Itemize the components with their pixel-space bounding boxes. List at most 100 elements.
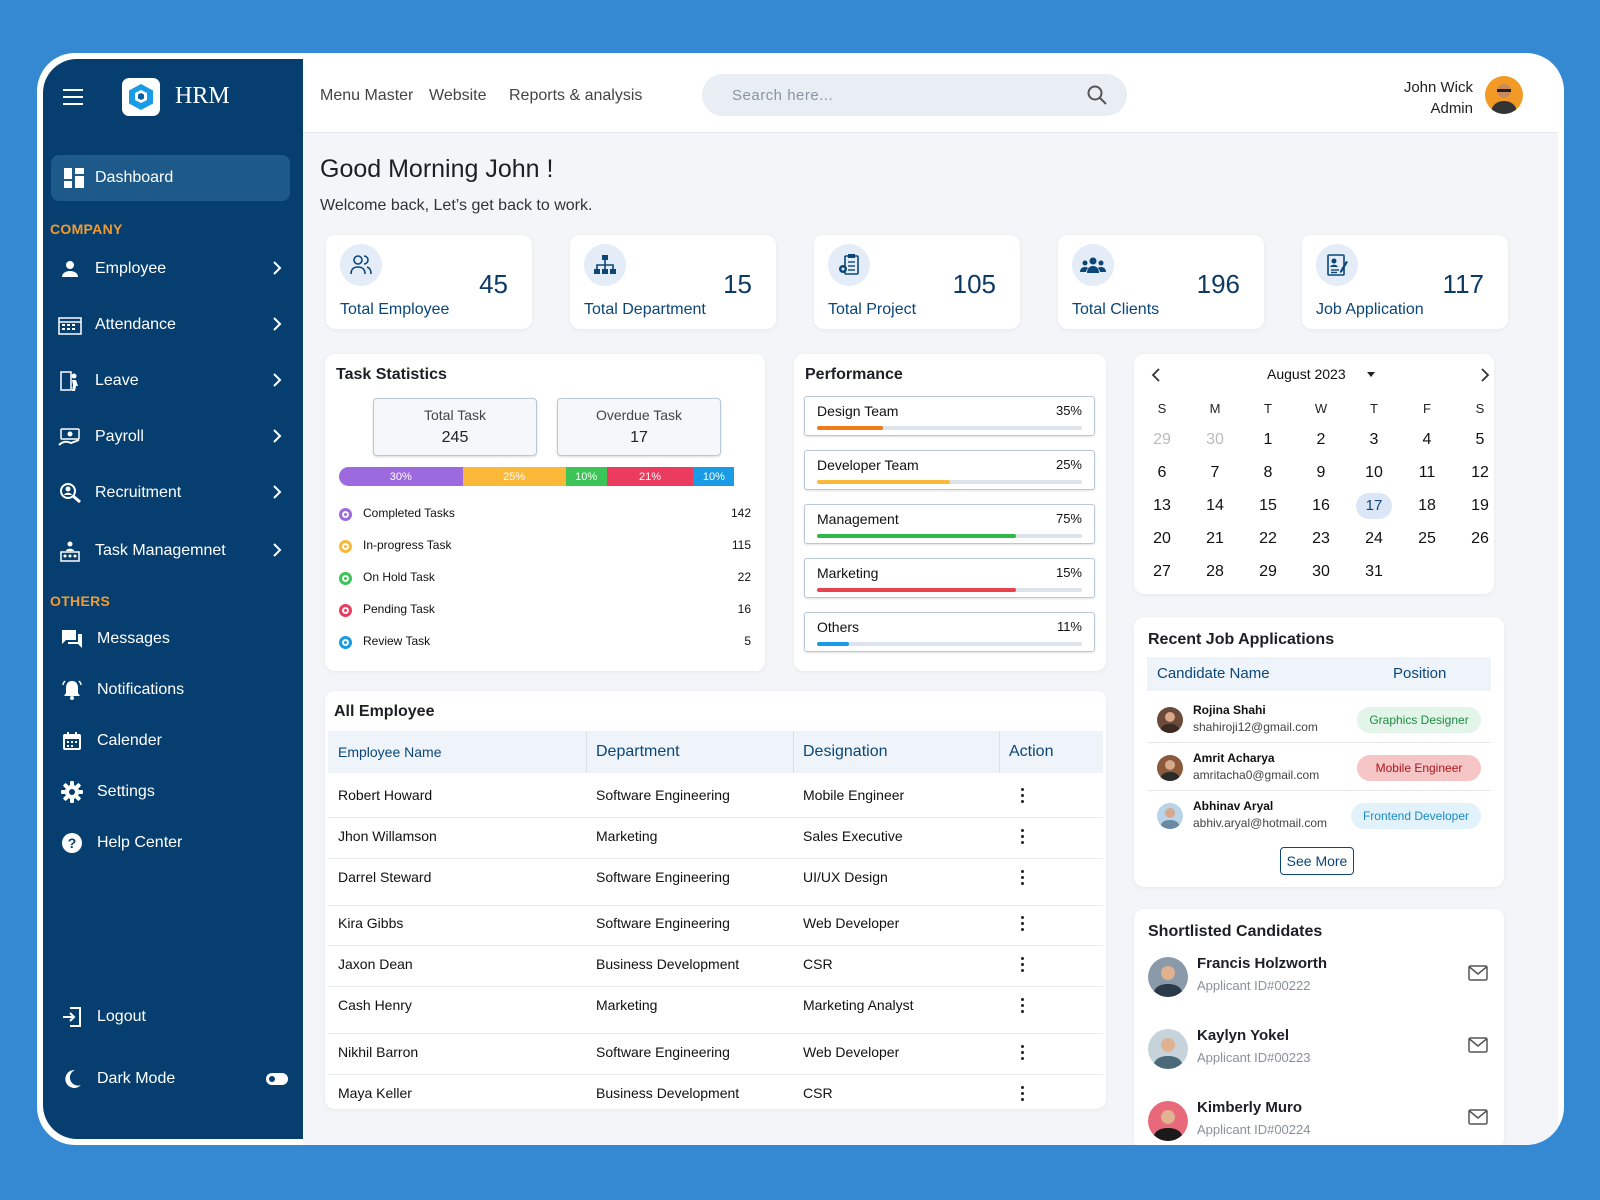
calendar-day[interactable]: 27 xyxy=(1144,559,1180,585)
table-row: Kira Gibbs Software Engineering Web Develo… xyxy=(328,915,1103,935)
sidebar-item-label: Employee xyxy=(95,260,167,277)
mail-icon[interactable] xyxy=(1468,965,1488,981)
calendar-day[interactable]: 17 xyxy=(1356,493,1392,519)
user-info[interactable]: John Wick Admin xyxy=(1404,77,1473,119)
avatar xyxy=(1148,957,1188,997)
more-actions-icon[interactable] xyxy=(1021,788,1025,806)
chevron-right-icon[interactable] xyxy=(1480,368,1490,382)
card-title: Recent Job Applications xyxy=(1148,631,1335,648)
sidebar-item-attendance[interactable]: Attendance xyxy=(57,307,282,343)
calendar-day[interactable]: 24 xyxy=(1356,526,1392,552)
calendar-day[interactable]: 6 xyxy=(1144,460,1180,486)
sidebar-item-calendar[interactable]: Calender xyxy=(59,723,284,759)
mail-icon[interactable] xyxy=(1468,1109,1488,1125)
sidebar-item-label: Calender xyxy=(97,732,162,749)
progress-segment: 30% xyxy=(339,467,463,486)
more-actions-icon[interactable] xyxy=(1021,1045,1025,1063)
calendar-month[interactable]: August 2023 xyxy=(1267,366,1346,382)
logout-button[interactable]: Logout xyxy=(59,999,284,1035)
website-link[interactable]: Website xyxy=(429,87,487,105)
calendar-day[interactable]: 25 xyxy=(1409,526,1445,552)
sidebar-item-notifications[interactable]: Notifications xyxy=(59,672,284,708)
legend-dot xyxy=(339,540,352,553)
stat-card-total-clients[interactable]: 196 Total Clients xyxy=(1058,235,1264,329)
calendar-day[interactable]: 10 xyxy=(1356,460,1392,486)
calendar-day[interactable]: 8 xyxy=(1250,460,1286,486)
avatar xyxy=(1157,707,1183,733)
calendar-day[interactable]: 15 xyxy=(1250,493,1286,519)
calendar-day[interactable]: 13 xyxy=(1144,493,1180,519)
candidate-item[interactable]: Kimberly Muro Applicant ID#00224 xyxy=(1148,1097,1492,1145)
calendar-day[interactable]: 22 xyxy=(1250,526,1286,552)
calendar-day[interactable]: 9 xyxy=(1303,460,1339,486)
search-icon[interactable] xyxy=(1087,85,1107,105)
calendar-day[interactable]: 29 xyxy=(1250,559,1286,585)
legend-dot xyxy=(339,636,352,649)
menu-master-link[interactable]: Menu Master xyxy=(320,87,413,105)
calendar-day[interactable]: 20 xyxy=(1144,526,1180,552)
stat-card-job-application[interactable]: 117 Job Application xyxy=(1302,235,1508,329)
sidebar-item-employee[interactable]: Employee xyxy=(57,251,282,287)
calendar-day[interactable]: 18 xyxy=(1409,493,1445,519)
performance-label: Management xyxy=(817,511,899,527)
legend-item: In-progress Task 115 xyxy=(339,538,751,558)
calendar-day[interactable]: 23 xyxy=(1303,526,1339,552)
more-actions-icon[interactable] xyxy=(1021,1086,1025,1104)
see-more-button[interactable]: See More xyxy=(1280,847,1354,875)
table-cell: Marketing Analyst xyxy=(803,997,914,1013)
more-actions-icon[interactable] xyxy=(1021,916,1025,934)
avatar[interactable] xyxy=(1485,76,1523,114)
sidebar-item-dashboard[interactable]: Dashboard xyxy=(51,155,290,201)
calendar-day[interactable]: 29 xyxy=(1144,427,1180,453)
more-actions-icon[interactable] xyxy=(1021,870,1025,888)
calendar-day[interactable]: 30 xyxy=(1303,559,1339,585)
table-cell: Jaxon Dean xyxy=(338,956,413,972)
calendar-day[interactable]: 1 xyxy=(1250,427,1286,453)
calendar-day[interactable]: 2 xyxy=(1303,427,1339,453)
dark-mode-toggle[interactable] xyxy=(266,1073,288,1085)
sidebar-item-help-center[interactable]: ? Help Center xyxy=(59,825,284,861)
calendar-day[interactable]: 5 xyxy=(1462,427,1498,453)
candidate-name: Abhinav Aryal xyxy=(1193,799,1274,813)
calendar-day[interactable]: 26 xyxy=(1462,526,1498,552)
calendar-day[interactable]: 14 xyxy=(1197,493,1233,519)
candidate-item[interactable]: Kaylyn Yokel Applicant ID#00223 xyxy=(1148,1025,1492,1075)
stat-card-total-department[interactable]: 15 Total Department xyxy=(570,235,776,329)
sidebar-item-payroll[interactable]: Payroll xyxy=(57,419,282,455)
sidebar-item-settings[interactable]: Settings xyxy=(59,774,284,810)
mail-icon[interactable] xyxy=(1468,1037,1488,1053)
list-item[interactable]: Rojina Shahi shahiroji12@gmail.com Graphic… xyxy=(1147,695,1491,743)
menu-icon[interactable] xyxy=(63,89,83,105)
more-actions-icon[interactable] xyxy=(1021,957,1025,975)
reports-link[interactable]: Reports & analysis xyxy=(509,87,642,105)
search-input[interactable]: Search here... xyxy=(702,74,1127,116)
table-cell: Robert Howard xyxy=(338,787,433,803)
calendar-day[interactable]: 3 xyxy=(1356,427,1392,453)
sidebar-item-recruitment[interactable]: Recruitment xyxy=(57,475,282,511)
candidate-name: Amrit Acharya xyxy=(1193,751,1275,765)
list-item[interactable]: Abhinav Aryal abhiv.aryal@hotmail.com Fron… xyxy=(1147,791,1491,839)
calendar-day[interactable]: 4 xyxy=(1409,427,1445,453)
more-actions-icon[interactable] xyxy=(1021,998,1025,1016)
chevron-left-icon[interactable] xyxy=(1151,368,1161,382)
calendar-day[interactable]: 19 xyxy=(1462,493,1498,519)
stat-card-total-project[interactable]: 105 Total Project xyxy=(814,235,1020,329)
calendar-day[interactable]: 21 xyxy=(1197,526,1233,552)
table-cell: Software Engineering xyxy=(596,869,730,885)
more-actions-icon[interactable] xyxy=(1021,829,1025,847)
calendar-day[interactable]: 30 xyxy=(1197,427,1233,453)
calendar-day[interactable]: 7 xyxy=(1197,460,1233,486)
stat-card-total-employee[interactable]: 45 Total Employee xyxy=(326,235,532,329)
sidebar-item-messages[interactable]: Messages xyxy=(59,621,284,657)
caret-down-icon[interactable] xyxy=(1366,372,1376,378)
calendar-day[interactable]: 16 xyxy=(1303,493,1339,519)
card-title: Task Statistics xyxy=(336,366,447,383)
calendar-day[interactable]: 28 xyxy=(1197,559,1233,585)
calendar-day[interactable]: 31 xyxy=(1356,559,1392,585)
calendar-day[interactable]: 11 xyxy=(1409,460,1445,486)
list-item[interactable]: Amrit Acharya amritacha0@gmail.com Mobile … xyxy=(1147,743,1491,791)
sidebar-item-leave[interactable]: Leave xyxy=(57,363,282,399)
candidate-item[interactable]: Francis Holzworth Applicant ID#00222 xyxy=(1148,953,1492,1003)
calendar-day[interactable]: 12 xyxy=(1462,460,1498,486)
sidebar-item-task-management[interactable]: Task Managemnet xyxy=(57,533,282,569)
